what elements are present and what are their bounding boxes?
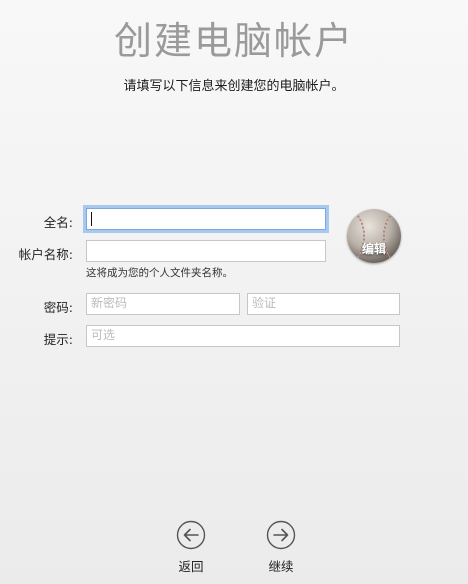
page-title: 创建电脑帐户 (113, 19, 354, 63)
verify-password-field[interactable]: 验证 (247, 293, 400, 315)
account-name-note: 这将成为您的个人文件夹名称。 (86, 267, 233, 279)
text-caret (91, 212, 92, 226)
account-name-label: 帐户名称: (18, 247, 73, 262)
password-field[interactable]: 新密码 (86, 293, 240, 315)
verify-password-placeholder: 验证 (252, 296, 277, 310)
arrow-left-circle-icon (176, 520, 206, 550)
user-picture-button[interactable]: 编辑 (347, 209, 401, 263)
back-button[interactable]: 返回 (171, 520, 211, 575)
hint-field[interactable]: 可选 (86, 325, 400, 347)
continue-label: 继续 (268, 559, 294, 574)
hint-label: 提示: (43, 332, 73, 347)
page-subtitle: 请填写以下信息来创建您的电脑帐户。 (123, 79, 345, 94)
arrow-right-circle-icon (266, 520, 296, 550)
continue-button[interactable]: 继续 (261, 520, 301, 575)
back-label: 返回 (178, 559, 204, 574)
account-name-field[interactable] (86, 240, 326, 262)
avatar-edit-label: 编辑 (361, 242, 386, 256)
hint-placeholder: 可选 (91, 328, 116, 342)
full-name-field[interactable] (86, 208, 326, 230)
password-label: 密码: (43, 300, 73, 315)
password-placeholder: 新密码 (91, 296, 128, 310)
full-name-label: 全名: (43, 215, 73, 230)
